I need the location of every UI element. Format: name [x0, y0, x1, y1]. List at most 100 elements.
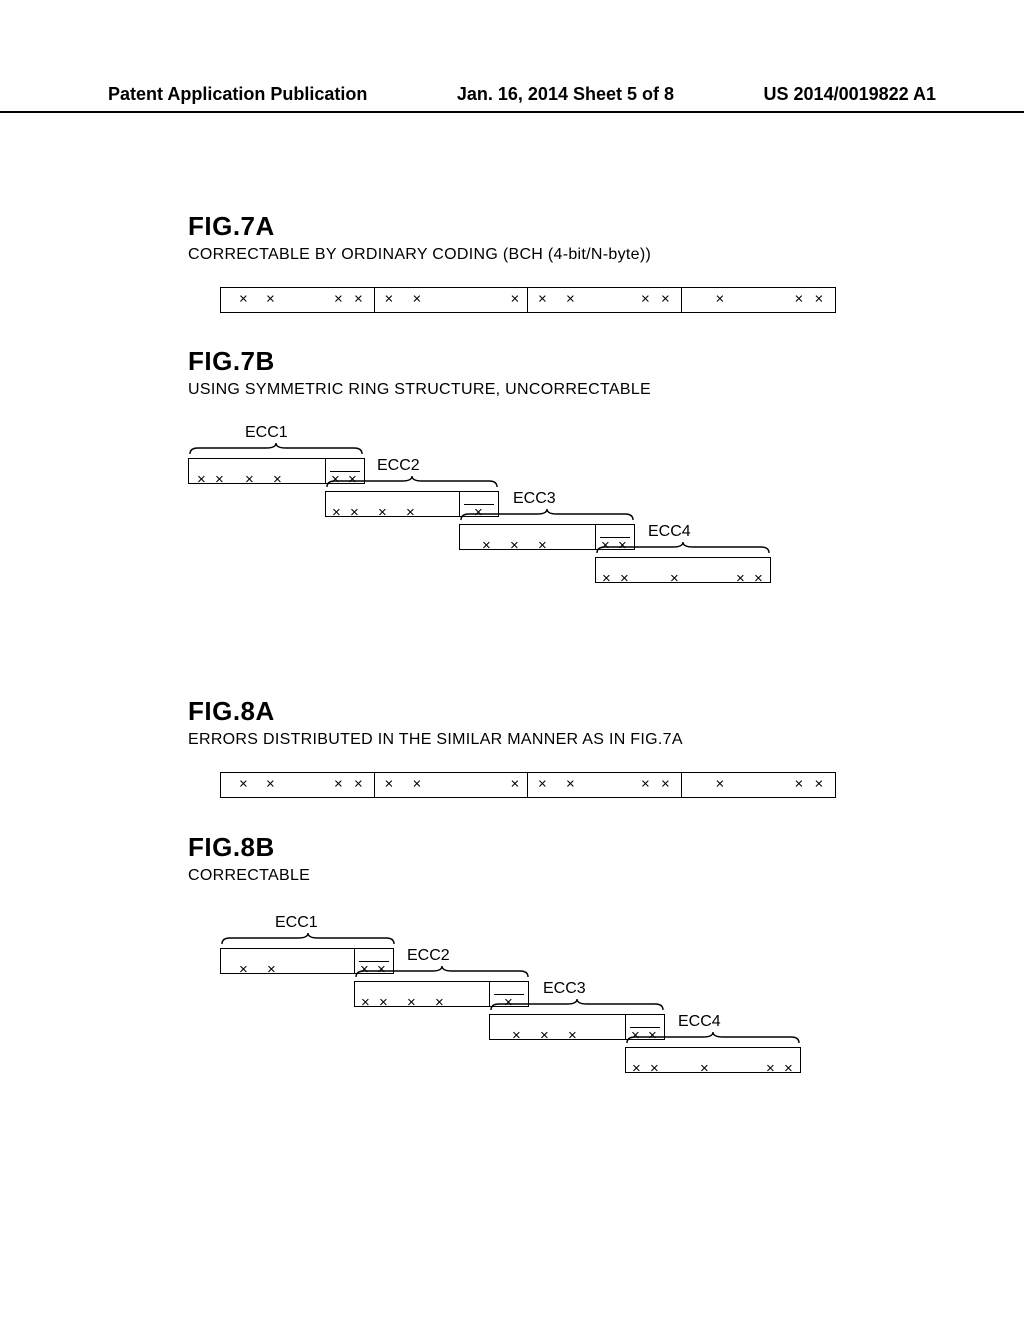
ecc3-label: ECC3: [513, 490, 556, 508]
fig-7b-title: FIG.7B: [188, 346, 651, 377]
error-mark: ×: [334, 776, 343, 793]
error-mark: ×: [568, 1027, 577, 1044]
ecc2-data-box: × × × ×: [325, 491, 460, 517]
error-mark: ×: [273, 471, 282, 488]
ecc2-data-box: × × × ×: [354, 981, 490, 1007]
error-mark: ×: [716, 291, 725, 308]
ecc3-data-box: × × ×: [459, 524, 596, 550]
error-mark: ×: [215, 471, 224, 488]
cell: × × × ×: [221, 773, 375, 797]
error-mark: ×: [239, 961, 248, 978]
error-mark: ×: [413, 291, 422, 308]
error-mark: ×: [632, 1060, 641, 1077]
error-mark: ×: [267, 961, 276, 978]
fig-7b-block: FIG.7B USING SYMMETRIC RING STRUCTURE, U…: [188, 346, 651, 399]
cell: × × × ×: [528, 288, 682, 312]
fig-7a-row: × × × × × × × × × × × × × ×: [220, 287, 836, 313]
error-mark: ×: [245, 471, 254, 488]
error-mark: ×: [795, 291, 804, 308]
ecc1-data-box: × × × ×: [188, 458, 326, 484]
error-mark: ×: [413, 776, 422, 793]
ecc2-label: ECC2: [377, 457, 420, 475]
error-mark: ×: [385, 776, 394, 793]
ecc1-overlap-box: × ×: [354, 948, 394, 974]
cell: × × ×: [682, 773, 836, 797]
error-mark: ×: [266, 291, 275, 308]
error-mark: ×: [631, 1027, 640, 1044]
header-middle: Jan. 16, 2014 Sheet 5 of 8: [367, 84, 763, 105]
error-mark: ×: [435, 994, 444, 1011]
error-mark: ×: [332, 504, 341, 521]
error-mark: ×: [670, 570, 679, 587]
error-mark: ×: [566, 776, 575, 793]
error-mark: ×: [566, 291, 575, 308]
cell: × × × ×: [528, 773, 682, 797]
error-mark: ×: [378, 504, 387, 521]
ecc2-label: ECC2: [407, 947, 450, 965]
error-mark: ×: [661, 776, 670, 793]
fig-8a-block: FIG.8A ERRORS DISTRIBUTED IN THE SIMILAR…: [188, 696, 683, 749]
error-mark: ×: [361, 994, 370, 1011]
fig-8a-row: × × × × × × × × × × × × × ×: [220, 772, 836, 798]
ecc1-label: ECC1: [245, 424, 288, 442]
error-mark: ×: [354, 776, 363, 793]
header-right: US 2014/0019822 A1: [764, 84, 936, 105]
error-mark: ×: [385, 291, 394, 308]
strike-line: [600, 537, 630, 538]
error-mark: ×: [197, 471, 206, 488]
fig-8a-subtitle: ERRORS DISTRIBUTED IN THE SIMILAR MANNER…: [188, 731, 683, 749]
error-mark: ×: [620, 570, 629, 587]
cell: × × ×: [375, 288, 529, 312]
error-mark: ×: [815, 776, 824, 793]
ecc2-overlap-box: ×: [489, 981, 529, 1007]
error-mark: ×: [538, 537, 547, 554]
ecc3-overlap-box: × ×: [625, 1014, 665, 1040]
error-mark: ×: [736, 570, 745, 587]
error-mark: ×: [407, 994, 416, 1011]
error-mark: ×: [354, 291, 363, 308]
error-mark: ×: [377, 961, 386, 978]
error-mark: ×: [766, 1060, 775, 1077]
fig-8a-title: FIG.8A: [188, 696, 683, 727]
fig-8b-subtitle: CORRECTABLE: [188, 867, 310, 885]
fig-7a-subtitle: CORRECTABLE BY ORDINARY CODING (BCH (4-b…: [188, 246, 651, 264]
error-mark: ×: [239, 291, 248, 308]
ecc4-label: ECC4: [678, 1013, 721, 1031]
ecc4-data-box: × × × × ×: [595, 557, 771, 583]
error-mark: ×: [510, 537, 519, 554]
fig-8b-title: FIG.8B: [188, 832, 310, 863]
error-mark: ×: [700, 1060, 709, 1077]
brace-icon: [188, 443, 364, 455]
ecc3-overlap-box: × ×: [595, 524, 635, 550]
ecc3-label: ECC3: [543, 980, 586, 998]
error-mark: ×: [602, 570, 611, 587]
error-mark: ×: [350, 504, 359, 521]
error-mark: ×: [334, 291, 343, 308]
ecc4-data-box: × × × × ×: [625, 1047, 801, 1073]
error-mark: ×: [511, 291, 520, 308]
error-mark: ×: [661, 291, 670, 308]
cell: × × × ×: [221, 288, 375, 312]
strike-line: [330, 471, 360, 472]
fig-7a-title: FIG.7A: [188, 211, 651, 242]
error-mark: ×: [784, 1060, 793, 1077]
error-mark: ×: [641, 776, 650, 793]
ecc1-overlap-box: × ×: [325, 458, 365, 484]
error-mark: ×: [538, 776, 547, 793]
error-mark: ×: [474, 504, 483, 521]
error-mark: ×: [618, 537, 627, 554]
error-mark: ×: [540, 1027, 549, 1044]
error-mark: ×: [512, 1027, 521, 1044]
header-left: Patent Application Publication: [108, 84, 367, 105]
error-mark: ×: [815, 291, 824, 308]
error-mark: ×: [716, 776, 725, 793]
error-mark: ×: [795, 776, 804, 793]
error-mark: ×: [406, 504, 415, 521]
page: Patent Application Publication Jan. 16, …: [0, 0, 1024, 1320]
error-mark: ×: [648, 1027, 657, 1044]
page-header: Patent Application Publication Jan. 16, …: [0, 84, 1024, 113]
error-mark: ×: [511, 776, 520, 793]
strike-line: [630, 1027, 660, 1028]
error-mark: ×: [379, 994, 388, 1011]
brace-icon: [220, 933, 396, 945]
